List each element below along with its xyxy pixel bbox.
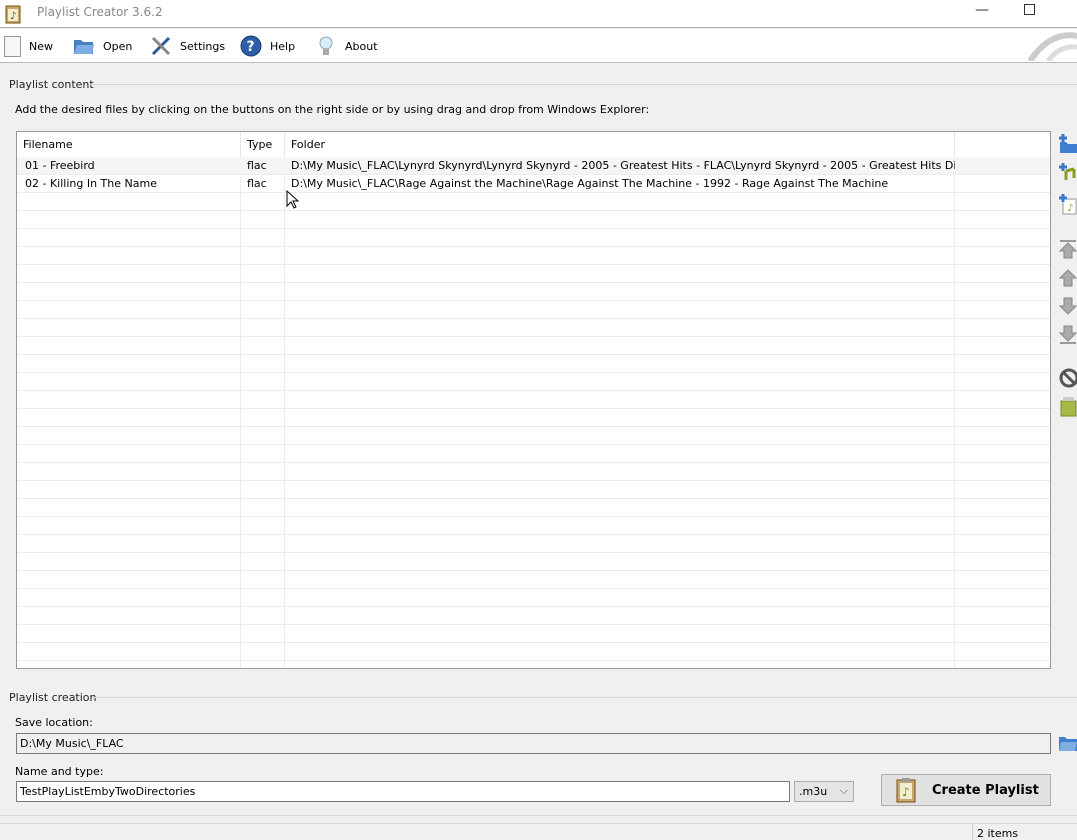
svg-text:?: ?	[247, 39, 255, 55]
empty-row	[17, 463, 1050, 481]
playlist-type-select[interactable]: .m3u ⌵	[794, 781, 854, 802]
open-button[interactable]: Open	[73, 34, 132, 58]
status-bar: 2 items	[0, 823, 1077, 840]
empty-row	[17, 211, 1050, 229]
new-button[interactable]: New	[4, 34, 53, 58]
empty-row	[17, 517, 1050, 535]
empty-row	[17, 391, 1050, 409]
new-document-icon	[4, 35, 21, 57]
empty-row	[17, 607, 1050, 625]
empty-row	[17, 625, 1050, 643]
clipboard-icon: ♪	[896, 778, 916, 803]
mouse-cursor	[286, 190, 300, 209]
table-row[interactable]: 01 - Freebird flac D:\My Music\_FLAC\Lyn…	[17, 157, 1050, 175]
help-icon: ?	[240, 35, 262, 57]
playlist-creation-group-label: Playlist creation	[9, 691, 97, 704]
save-location-field[interactable]	[16, 733, 1051, 754]
type-cell: flac	[247, 159, 267, 172]
move-up-icon[interactable]	[1058, 267, 1077, 289]
add-music-icon[interactable]	[1058, 161, 1077, 183]
filename-cell: 02 - Killing In The Name	[25, 177, 157, 190]
filename-cell: 01 - Freebird	[25, 159, 95, 172]
open-label: Open	[103, 39, 133, 53]
add-folder-icon[interactable]	[1058, 132, 1077, 154]
column-header-type[interactable]: Type	[241, 132, 285, 158]
playlist-table[interactable]: Filename Type Folder 01 - Freebird flac …	[16, 131, 1051, 669]
empty-row	[17, 355, 1050, 373]
move-bottom-icon[interactable]	[1058, 324, 1077, 346]
app-icon: ♪	[5, 5, 21, 24]
save-location-label: Save location:	[15, 716, 93, 729]
empty-row	[17, 661, 1050, 668]
window-title: Playlist Creator 3.6.2	[37, 5, 163, 19]
empty-row	[17, 481, 1050, 499]
minimize-button[interactable]: —	[975, 2, 989, 18]
logo-icon	[1027, 32, 1077, 61]
empty-row	[17, 643, 1050, 661]
settings-button[interactable]: Settings	[150, 34, 225, 58]
move-top-icon[interactable]	[1058, 238, 1077, 260]
empty-row	[17, 229, 1050, 247]
name-type-label: Name and type:	[15, 765, 104, 778]
add-file-icon[interactable]: ♪	[1058, 193, 1077, 215]
type-cell: flac	[247, 177, 267, 190]
empty-row	[17, 247, 1050, 265]
remove-icon[interactable]	[1058, 367, 1077, 389]
lightbulb-icon	[319, 36, 333, 55]
empty-row	[17, 427, 1050, 445]
move-down-icon[interactable]	[1058, 295, 1077, 317]
empty-row	[17, 571, 1050, 589]
empty-row	[17, 589, 1050, 607]
empty-row	[17, 319, 1050, 337]
empty-row	[17, 445, 1050, 463]
table-row[interactable]: 02 - Killing In The Name flac D:\My Musi…	[17, 175, 1050, 193]
svg-text:♪: ♪	[10, 11, 16, 22]
clear-icon[interactable]	[1058, 395, 1077, 417]
playlist-content-group-label: Playlist content	[9, 78, 94, 91]
instructions-text: Add the desired files by clicking on the…	[15, 103, 650, 116]
folder-cell: D:\My Music\_FLAC\Lynyrd Skynyrd\Lynyrd …	[291, 159, 955, 172]
folder-open-icon	[74, 40, 94, 54]
status-item-count: 2 items	[977, 827, 1019, 840]
column-header-filename[interactable]: Filename	[17, 132, 241, 158]
empty-row	[17, 499, 1050, 517]
empty-row	[17, 301, 1050, 319]
help-label: Help	[270, 39, 296, 53]
playlist-name-input[interactable]	[16, 781, 790, 802]
empty-row	[17, 283, 1050, 301]
create-playlist-label: Create Playlist	[932, 782, 1039, 798]
column-header-folder[interactable]: Folder	[285, 132, 955, 158]
empty-row	[17, 193, 1050, 211]
svg-text:♪: ♪	[1067, 203, 1073, 214]
about-button[interactable]: About	[315, 34, 378, 58]
chevron-down-icon: ⌵	[839, 784, 848, 797]
empty-row	[17, 553, 1050, 571]
title-bar: ♪ Playlist Creator 3.6.2 —	[0, 0, 1077, 28]
folder-cell: D:\My Music\_FLAC\Rage Against the Machi…	[291, 177, 889, 190]
help-button[interactable]: ? Help	[240, 34, 295, 58]
empty-row	[17, 373, 1050, 391]
browse-folder-icon[interactable]	[1058, 733, 1077, 753]
create-playlist-button[interactable]: ♪ Create Playlist	[881, 774, 1051, 806]
empty-row	[17, 337, 1050, 355]
about-label: About	[345, 39, 378, 53]
tools-icon	[151, 36, 171, 56]
empty-row	[17, 409, 1050, 427]
empty-row	[17, 535, 1050, 553]
maximize-button[interactable]	[1024, 4, 1035, 15]
toolbar: New Open Settings ? Help About	[0, 29, 1077, 63]
svg-text:♪: ♪	[902, 785, 910, 799]
playlist-type-value: .m3u	[799, 785, 828, 798]
empty-row	[17, 265, 1050, 283]
new-label: New	[29, 39, 53, 53]
settings-label: Settings	[180, 39, 226, 53]
